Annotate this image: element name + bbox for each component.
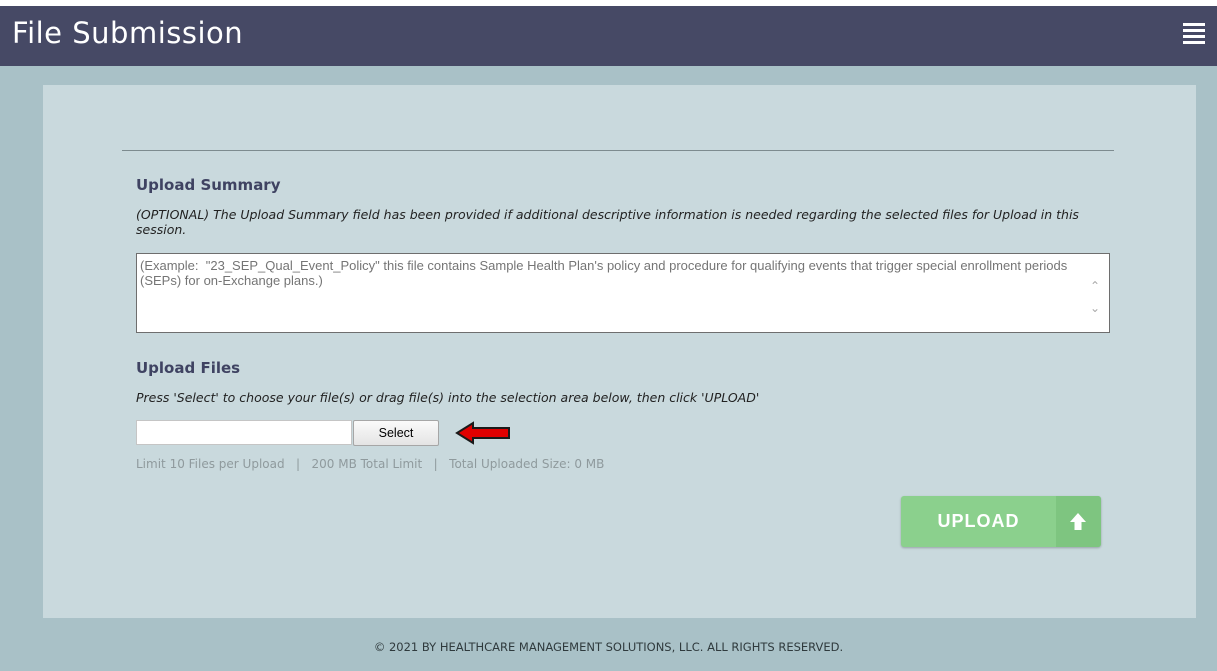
up-arrow-icon [1056, 496, 1101, 547]
scroll-down-icon[interactable]: ⌄ [1086, 297, 1104, 319]
upload-summary-note: (OPTIONAL) The Upload Summary field has … [136, 207, 1079, 237]
upload-summary-textarea[interactable] [136, 253, 1110, 333]
upload-files-instructions: Press 'Select' to choose your file(s) or… [136, 390, 760, 405]
red-arrow-icon [455, 421, 510, 445]
file-selection-field[interactable] [136, 420, 352, 445]
main-panel: Upload Summary (OPTIONAL) The Upload Sum… [43, 85, 1196, 618]
app-header: File Submission [0, 6, 1217, 66]
footer-copyright: © 2021 BY HEALTHCARE MANAGEMENT SOLUTION… [373, 640, 844, 654]
upload-button-label: UPLOAD [937, 511, 1020, 531]
upload-summary-heading: Upload Summary [136, 176, 281, 194]
upload-button[interactable]: UPLOAD [901, 496, 1101, 547]
upload-files-heading: Upload Files [136, 359, 241, 377]
page-title: File Submission [12, 16, 244, 50]
upload-limits-text: Limit 10 Files per Upload | 200 MB Total… [136, 457, 605, 471]
divider [122, 150, 1114, 151]
textarea-scroll-arrows[interactable]: ⌃ ⌄ [1086, 275, 1104, 321]
hamburger-menu-icon[interactable] [1183, 23, 1205, 47]
scroll-up-icon[interactable]: ⌃ [1086, 275, 1104, 297]
select-button[interactable]: Select [353, 420, 439, 446]
